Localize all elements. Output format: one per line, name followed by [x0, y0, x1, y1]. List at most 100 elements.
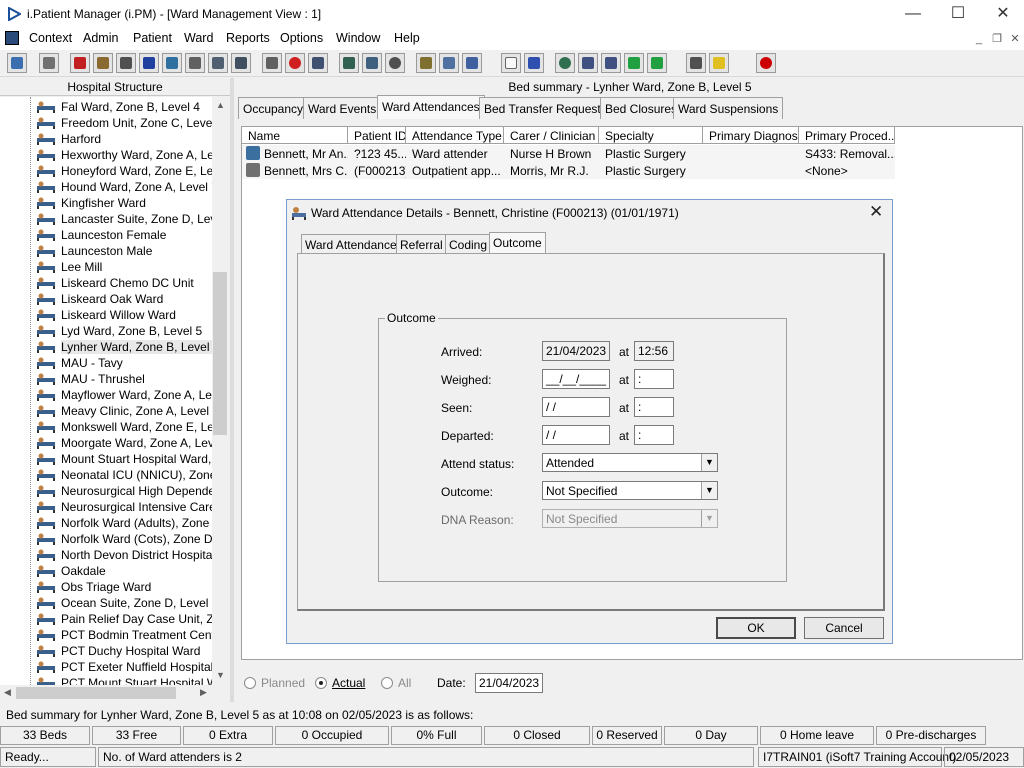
chevron-down-icon[interactable]: ▼: [701, 482, 717, 499]
cancel-button[interactable]: Cancel: [804, 617, 884, 639]
table-cell[interactable]: Ward attender: [406, 145, 504, 162]
chart-printer-icon[interactable]: [116, 53, 136, 73]
document-view-icon[interactable]: [362, 53, 382, 73]
attend-status-select[interactable]: Attended ▼: [542, 453, 718, 472]
table-cell[interactable]: [703, 145, 799, 162]
departed-date[interactable]: / /: [542, 425, 610, 445]
globe-search-icon[interactable]: [555, 53, 575, 73]
exit-icon[interactable]: [756, 53, 776, 73]
list-pen-icon[interactable]: [416, 53, 436, 73]
col-primary-diagnosis[interactable]: Primary Diagnosis: [703, 127, 799, 144]
bar-chart-icon[interactable]: [524, 53, 544, 73]
person-icon[interactable]: [162, 53, 182, 73]
col-patient-id[interactable]: Patient ID: [348, 127, 406, 144]
tree-horizontal-scrollbar[interactable]: ◀ ▶: [0, 685, 228, 701]
close-window-button[interactable]: ✕: [980, 0, 1024, 28]
menu-reports[interactable]: Reports: [226, 31, 270, 45]
tab-ward-suspensions[interactable]: Ward Suspensions: [673, 97, 784, 119]
swap-icon[interactable]: [686, 53, 706, 73]
hscroll-thumb[interactable]: [16, 687, 176, 699]
planned-radio[interactable]: [244, 677, 256, 689]
menu-help[interactable]: Help: [394, 31, 420, 45]
bed-transfer-icon[interactable]: [231, 53, 251, 73]
menu-options[interactable]: Options: [280, 31, 323, 45]
scroll-thumb[interactable]: [213, 272, 227, 435]
seen-time[interactable]: :: [634, 397, 674, 417]
col-attendance-type[interactable]: Attendance Type: [406, 127, 504, 144]
ward-bed-icon[interactable]: [208, 53, 228, 73]
warning-icon[interactable]: [709, 53, 729, 73]
all-radio[interactable]: [381, 677, 393, 689]
menu-ward[interactable]: Ward: [184, 31, 213, 45]
search-records-icon[interactable]: [262, 53, 282, 73]
letter-m-icon[interactable]: [139, 53, 159, 73]
dtab-referral[interactable]: Referral: [396, 234, 447, 254]
menu-window[interactable]: Window: [336, 31, 380, 45]
screen-icon[interactable]: [339, 53, 359, 73]
table-cell[interactable]: Nurse H Brown: [504, 145, 599, 162]
table-cell[interactable]: Plastic Surgery: [599, 145, 703, 162]
date-field[interactable]: 21/04/2023: [475, 673, 543, 693]
book-red-icon[interactable]: [70, 53, 90, 73]
dtab-coding[interactable]: Coding: [445, 234, 492, 254]
dtab-ward-attendance[interactable]: Ward Attendance: [301, 234, 401, 254]
outcome-select[interactable]: Not Specified ▼: [542, 481, 718, 500]
splitter[interactable]: [230, 78, 234, 702]
theatre-icon[interactable]: [462, 53, 482, 73]
col-specialty[interactable]: Specialty: [599, 127, 703, 144]
ok-button[interactable]: OK: [716, 617, 796, 639]
table-cell[interactable]: [703, 162, 799, 179]
maximize-button[interactable]: ☐: [935, 0, 981, 28]
notes-edit-icon[interactable]: [93, 53, 113, 73]
dial-icon[interactable]: [385, 53, 405, 73]
col-name[interactable]: Name: [242, 127, 348, 144]
scroll-right-icon[interactable]: ▶: [200, 687, 207, 698]
clock-icon[interactable]: [285, 53, 305, 73]
dialog-close-icon[interactable]: ✕: [869, 202, 883, 222]
table-cell[interactable]: (F000213): [348, 162, 406, 179]
table-cell[interactable]: ?123 45...: [348, 145, 406, 162]
mdi-document-icon[interactable]: [5, 31, 19, 45]
weighed-time[interactable]: :: [634, 369, 674, 389]
green-check-icon[interactable]: [647, 53, 667, 73]
actual-radio[interactable]: [315, 677, 327, 689]
tab-ward-events[interactable]: Ward Events: [303, 97, 382, 119]
patient-tree-icon[interactable]: [7, 53, 27, 73]
calendar-icon[interactable]: [308, 53, 328, 73]
register-icon[interactable]: [39, 53, 59, 73]
table-cell[interactable]: Morris, Mr R.J.: [504, 162, 599, 179]
tab-ward-attendances[interactable]: Ward Attendances: [377, 95, 485, 119]
mdi-restore-icon[interactable]: ❐: [988, 30, 1006, 48]
mdi-close-icon[interactable]: ✕: [1006, 30, 1024, 48]
tab-occupancy[interactable]: Occupancy: [238, 97, 309, 119]
mdi-minimize-icon[interactable]: _: [970, 30, 988, 48]
hospital-structure-tree[interactable]: Fal Ward, Zone B, Level 4 Freedom Unit, Z…: [0, 97, 228, 685]
check-list-2-icon[interactable]: [601, 53, 621, 73]
table-cell[interactable]: S433: Removal...: [799, 145, 895, 162]
menu-patient[interactable]: Patient: [133, 31, 172, 45]
green-arrow-icon[interactable]: [624, 53, 644, 73]
seen-date[interactable]: / /: [542, 397, 610, 417]
check-list-icon[interactable]: [578, 53, 598, 73]
menu-admin[interactable]: Admin: [83, 31, 118, 45]
chevron-down-icon[interactable]: ▼: [701, 454, 717, 471]
menu-context[interactable]: Context: [29, 31, 72, 45]
table-cell[interactable]: Outpatient app...: [406, 162, 504, 179]
tab-bed-closures[interactable]: Bed Closures: [600, 97, 683, 119]
scroll-up-icon[interactable]: ▲: [216, 100, 225, 110]
tree-vertical-scrollbar[interactable]: ▲ ▼: [212, 97, 228, 685]
tab-bed-transfer-requests[interactable]: Bed Transfer Requests: [479, 97, 612, 119]
ambulance-icon[interactable]: [439, 53, 459, 73]
table-cell[interactable]: Plastic Surgery: [599, 162, 703, 179]
dtab-outcome[interactable]: Outcome: [489, 232, 546, 254]
scroll-down-icon[interactable]: ▼: [216, 670, 225, 680]
page-icon[interactable]: [501, 53, 521, 73]
col-primary-procedure[interactable]: Primary Proced...: [799, 127, 895, 144]
referral-icon[interactable]: [185, 53, 205, 73]
minimize-button[interactable]: —: [890, 0, 936, 28]
departed-time[interactable]: :: [634, 425, 674, 445]
scroll-left-icon[interactable]: ◀: [4, 687, 11, 698]
col-carer-clinician[interactable]: Carer / Clinician: [504, 127, 599, 144]
weighed-date[interactable]: __/__/____: [542, 369, 610, 389]
table-cell[interactable]: <None>: [799, 162, 895, 179]
